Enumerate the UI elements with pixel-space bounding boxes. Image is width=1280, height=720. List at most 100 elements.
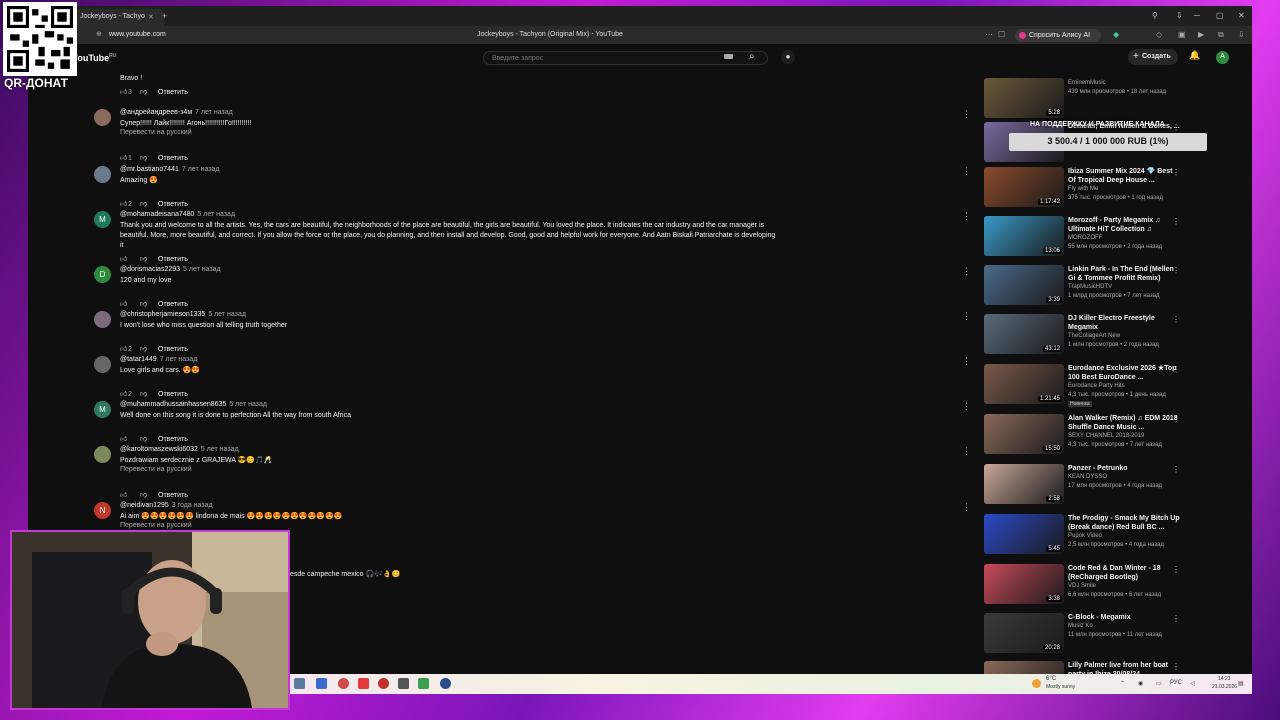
video-thumbnail[interactable]: 13:06 — [984, 216, 1064, 256]
related-video[interactable]: 5:28 EminemMusic 439 млн просмотров • 18 л… — [984, 78, 1184, 124]
like-icon[interactable]: 👍︎ — [120, 344, 128, 353]
comment-avatar[interactable] — [94, 356, 111, 373]
start-icon[interactable] — [294, 678, 305, 689]
extensions-icon[interactable]: ⚲ — [1152, 11, 1158, 20]
language-indicator[interactable]: РУС — [1170, 680, 1182, 686]
comment-avatar[interactable] — [94, 446, 111, 463]
dislike-icon[interactable]: 👎︎ — [140, 153, 158, 162]
like-icon[interactable]: 👍︎ — [120, 389, 128, 398]
video-menu-icon[interactable]: ⋮ — [1172, 662, 1180, 671]
related-video[interactable]: 13:06 Morozoff - Party Megamix ♫ Ultimate… — [984, 216, 1184, 262]
video-menu-icon[interactable]: ⋮ — [1172, 415, 1180, 424]
search-icon[interactable]: ⌕ — [749, 51, 755, 62]
youtube-logo[interactable]: YouTubeRU — [72, 53, 116, 63]
video-menu-icon[interactable]: ⋮ — [1172, 515, 1180, 524]
video-thumbnail[interactable]: 43:12 — [984, 314, 1064, 354]
video-thumbnail[interactable]: 2:58 — [984, 464, 1064, 504]
comment-handle[interactable]: @mr.bastiano7441 — [120, 166, 179, 173]
video-menu-icon[interactable]: ⋮ — [1172, 123, 1180, 132]
comment-time[interactable]: 7 лет назад — [160, 356, 198, 363]
comment-author[interactable]: @mr.bastiano7441 7 лет назад — [120, 166, 219, 173]
reply-button[interactable]: Ответить — [158, 436, 188, 443]
like-icon[interactable]: 👍︎ — [120, 199, 128, 208]
comment-handle[interactable]: @dorismacias2293 — [120, 266, 180, 273]
video-thumbnail[interactable]: 3:39 — [984, 265, 1064, 305]
related-video[interactable]: 5:45 The Prodigy - Smack My Bitch Up (Bre… — [984, 514, 1184, 560]
comment-handle[interactable]: @karoltomaszewski6032 — [120, 446, 198, 453]
video-menu-icon[interactable]: ⋮ — [1172, 565, 1180, 574]
comment-time[interactable]: 7 лет назад — [182, 166, 220, 173]
dislike-icon[interactable]: 👎︎ — [140, 434, 158, 443]
video-channel[interactable]: TheCollageArt New — [1068, 333, 1120, 339]
video-title[interactable]: Linkin Park - In The End (Mellen Gi & To… — [1068, 265, 1180, 283]
tray-icon-1[interactable]: ◉ — [1138, 680, 1143, 687]
video-menu-icon[interactable]: ⋮ — [1172, 315, 1180, 324]
video-channel[interactable]: TrapMusicHDTV — [1068, 284, 1112, 290]
video-title[interactable]: C-Block - Megamix — [1068, 613, 1180, 622]
comment-avatar[interactable] — [94, 166, 111, 183]
explorer-icon[interactable] — [316, 678, 327, 689]
comment-time[interactable]: 5 лет назад — [229, 401, 267, 408]
menu-dots-icon[interactable]: ⋯ — [985, 30, 993, 39]
tray-arrow-icon[interactable]: ⌃ — [1120, 680, 1125, 687]
comment-avatar[interactable] — [94, 311, 111, 328]
browser-icon[interactable] — [338, 678, 349, 689]
tray-icon-2[interactable]: ▭ — [1156, 680, 1162, 687]
steam-icon[interactable] — [440, 678, 451, 689]
related-video[interactable]: 3:39 Linkin Park - In The End (Mellen Gi … — [984, 265, 1184, 311]
video-channel[interactable]: Pupok Video — [1068, 533, 1102, 539]
video-menu-icon[interactable]: ⋮ — [1172, 614, 1180, 623]
comment-avatar[interactable]: D — [94, 266, 111, 283]
dislike-icon[interactable]: 👎︎ — [140, 344, 158, 353]
comment-menu-icon[interactable]: ⋮ — [962, 446, 971, 457]
comment-avatar[interactable] — [94, 109, 111, 126]
comment-handle[interactable]: @андрейандреев-з4м — [120, 109, 192, 116]
video-thumbnail[interactable]: 5:45 — [984, 514, 1064, 554]
translate-link[interactable]: Перевести на русский — [120, 129, 192, 136]
reply-button[interactable]: Ответить — [158, 155, 188, 162]
comment-author[interactable]: @dorismacias2293 5 лет назад — [120, 266, 221, 273]
comment-menu-icon[interactable]: ⋮ — [962, 356, 971, 367]
related-video[interactable]: 3:38 Code Red & Dan Winter - 18 (ReCharge… — [984, 564, 1184, 610]
comment-menu-icon[interactable]: ⋮ — [962, 211, 971, 222]
extension-icon[interactable]: ◇ — [1156, 30, 1162, 39]
video-title[interactable]: Morozoff - Party Megamix ♫ Ultimate HiT … — [1068, 216, 1180, 234]
comment-author[interactable]: @christopherjamieson1335 5 лет назад — [120, 311, 246, 318]
keyboard-icon[interactable] — [724, 54, 733, 59]
dislike-icon[interactable]: 👎︎ — [140, 389, 158, 398]
like-icon[interactable]: 👍︎ — [120, 87, 128, 96]
like-icon[interactable]: 👍︎ — [120, 434, 128, 443]
comment-time[interactable]: 5 лет назад — [201, 446, 239, 453]
comment-time[interactable]: 5 лет назад — [208, 311, 246, 318]
comment-avatar[interactable]: N — [94, 502, 111, 519]
comment-time[interactable]: 3 года назад — [172, 502, 213, 509]
video-title[interactable]: Ibiza Summer Mix 2024 💎 Best Of Tropical… — [1068, 167, 1180, 185]
comment-time[interactable]: 7 лет назад — [195, 109, 233, 116]
video-menu-icon[interactable]: ⋮ — [1172, 217, 1180, 226]
video-title[interactable]: The Prodigy - Smack My Bitch Up (Break d… — [1068, 514, 1180, 532]
translate-link[interactable]: Перевести на русский — [120, 522, 192, 529]
video-channel[interactable]: Fly with Me — [1068, 186, 1098, 192]
dislike-icon[interactable]: 👎︎ — [140, 87, 158, 96]
related-video[interactable]: 1:17:42 Ibiza Summer Mix 2024 💎 Best Of T… — [984, 167, 1184, 213]
app-icon-2[interactable] — [398, 678, 409, 689]
weather-icon[interactable] — [1032, 679, 1041, 688]
video-thumbnail[interactable]: 1:17:42 — [984, 167, 1064, 207]
video-channel[interactable]: KEAN DYSSO — [1068, 474, 1107, 480]
video-thumbnail[interactable]: 5:28 — [984, 78, 1064, 118]
video-title[interactable]: Panzer - Petrunko — [1068, 464, 1180, 473]
reply-button[interactable]: Ответить — [158, 346, 188, 353]
reply-button[interactable]: Ответить — [158, 201, 188, 208]
comment-handle[interactable]: @muhammadhussainhassen8635 — [120, 401, 226, 408]
account-avatar[interactable]: A — [1216, 51, 1229, 64]
bookmark-icon[interactable]: ☐ — [998, 30, 1005, 39]
video-thumbnail[interactable]: 3:38 — [984, 564, 1064, 604]
related-video[interactable]: 20:28 C-Block - Megamix Musiz Ko 11 млн про… — [984, 613, 1184, 659]
create-button[interactable]: + Создать — [1128, 49, 1178, 65]
comment-author[interactable]: @neidivan1295 3 года назад — [120, 502, 213, 509]
related-video[interactable]: 1:21:45 Eurodance Exclusive 2026 ★Top 100… — [984, 364, 1184, 410]
like-icon[interactable]: 👍︎ — [120, 299, 128, 308]
dislike-icon[interactable]: 👎︎ — [140, 299, 158, 308]
video-title[interactable]: Eurodance Exclusive 2026 ★Top 100 Best E… — [1068, 364, 1180, 382]
video-thumbnail[interactable]: 15:50 — [984, 414, 1064, 454]
